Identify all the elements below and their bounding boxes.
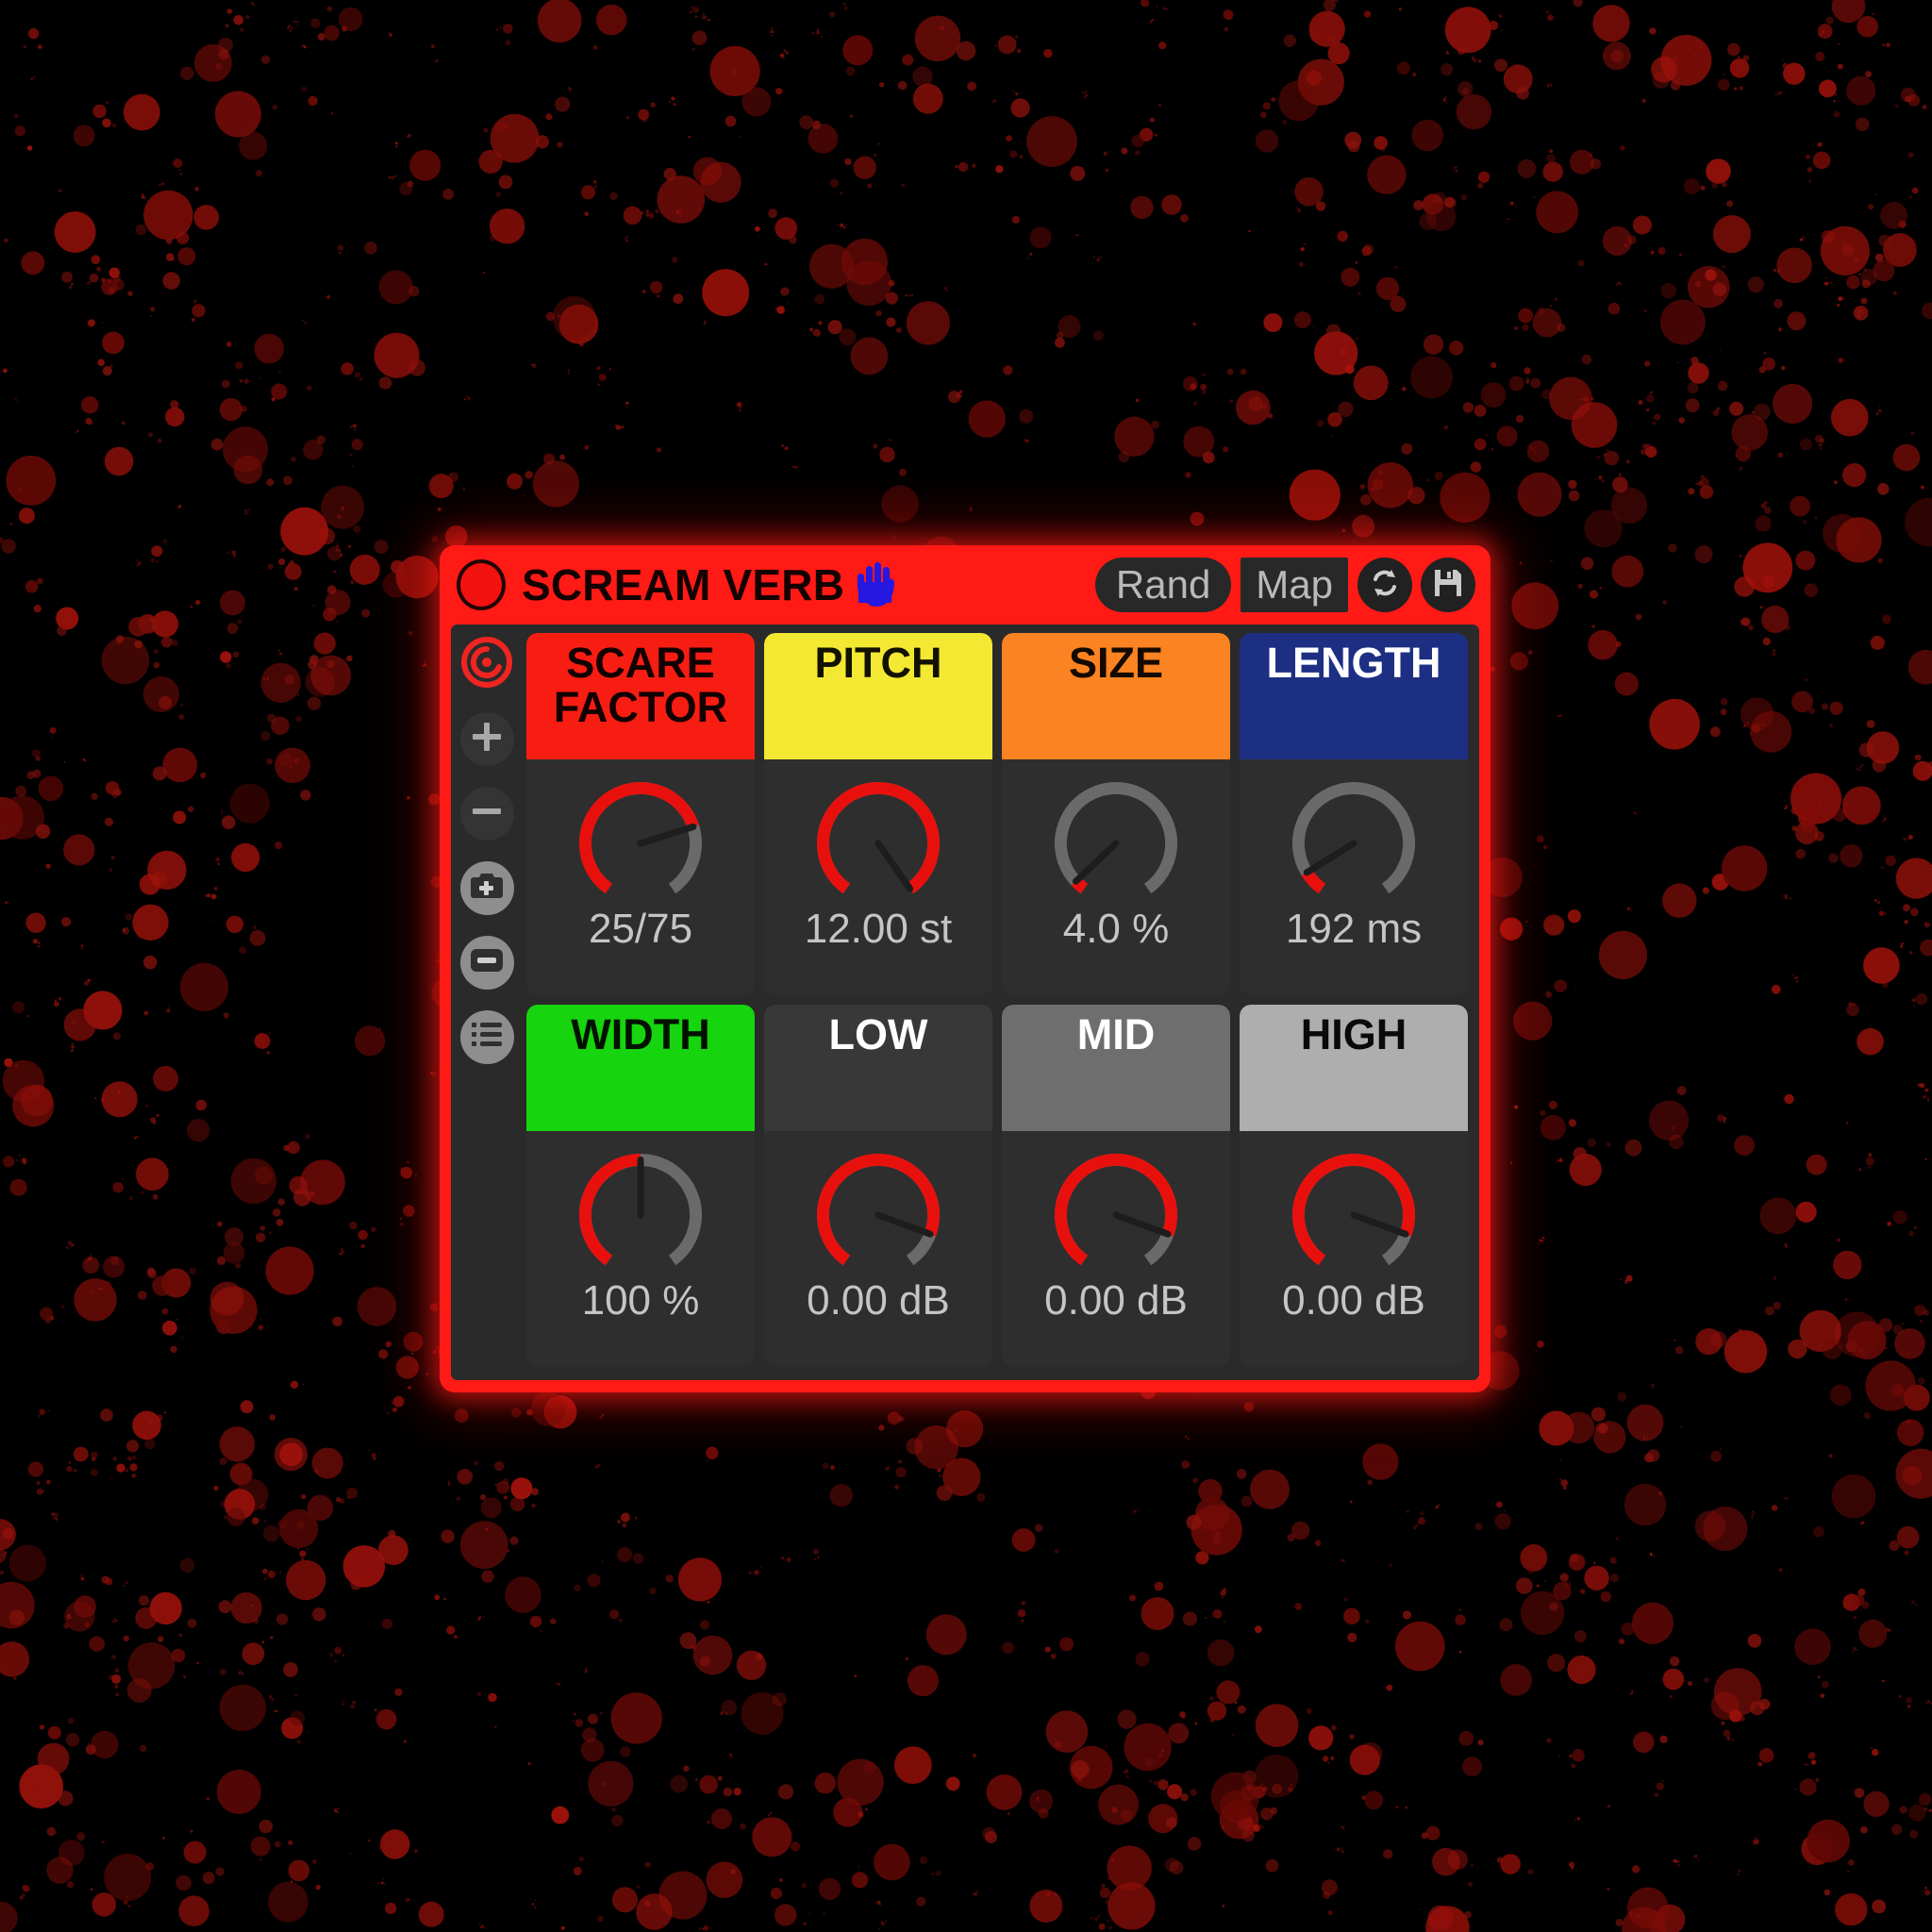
param-value-low[interactable]: 0.00 dB [807, 1280, 950, 1322]
param-knob-area-low: 0.00 dB [764, 1131, 992, 1367]
parameter-grid: SCARE FACTOR 25/75 PITCH 12.00 st SIZE 4.0 % L… [523, 625, 1479, 1380]
sidebar-item-delete-snapshot[interactable] [459, 936, 514, 990]
knob-size[interactable] [1045, 773, 1187, 914]
plugin-window: SCREAM VERB Rand Map SCARE FACTOR 25/75 … [440, 545, 1491, 1392]
map-button[interactable]: Map [1241, 558, 1348, 612]
param-cell-pitch: PITCH 12.00 st [764, 633, 992, 995]
param-header-high[interactable]: HIGH [1240, 1005, 1468, 1131]
param-cell-low: LOW 0.00 dB [764, 1005, 992, 1367]
param-knob-area-length: 192 ms [1240, 759, 1468, 995]
param-cell-width: WIDTH 100 % [526, 1005, 755, 1367]
param-value-size[interactable]: 4.0 % [1063, 908, 1170, 950]
knob-scare-factor[interactable] [570, 773, 711, 914]
param-header-mid[interactable]: MID [1002, 1005, 1230, 1131]
param-label-size: SIZE [1068, 639, 1164, 687]
param-knob-area-mid: 0.00 dB [1002, 1131, 1230, 1367]
param-label-scare-factor: SCARE FACTOR [553, 639, 728, 732]
param-cell-size: SIZE 4.0 % [1002, 633, 1230, 995]
knob-pitch[interactable] [808, 773, 949, 914]
raised-hand-icon [856, 561, 897, 608]
param-header-length[interactable]: LENGTH [1240, 633, 1468, 759]
param-knob-area-scare-factor: 25/75 [526, 759, 755, 995]
knob-length[interactable] [1283, 773, 1424, 914]
param-header-pitch[interactable]: PITCH [764, 633, 992, 759]
sidebar-item-remove-preset[interactable] [459, 787, 514, 841]
param-value-pitch[interactable]: 12.00 st [805, 908, 953, 950]
param-header-scare-factor[interactable]: SCARE FACTOR [526, 633, 755, 759]
plus-icon [471, 721, 503, 758]
minus-icon [471, 795, 503, 832]
param-knob-area-size: 4.0 % [1002, 759, 1230, 995]
sidebar-item-preset-list[interactable] [459, 1010, 514, 1064]
param-header-size[interactable]: SIZE [1002, 633, 1230, 759]
sidebar-item-knob-mode[interactable] [460, 636, 514, 693]
param-knob-area-high: 0.00 dB [1240, 1131, 1468, 1367]
param-value-width[interactable]: 100 % [582, 1280, 700, 1322]
knob-width[interactable] [570, 1144, 711, 1286]
knob-low[interactable] [808, 1144, 949, 1286]
param-value-scare-factor[interactable]: 25/75 [589, 908, 692, 950]
param-cell-length: LENGTH 192 ms [1240, 633, 1468, 995]
param-label-low: LOW [828, 1010, 928, 1058]
param-label-width: WIDTH [571, 1010, 710, 1058]
param-label-mid: MID [1076, 1010, 1156, 1058]
camera-plus-icon [470, 871, 504, 906]
param-value-mid[interactable]: 0.00 dB [1044, 1280, 1188, 1322]
sidebar-item-add-preset[interactable] [459, 712, 514, 766]
knob-high[interactable] [1283, 1144, 1424, 1286]
param-cell-scare-factor: SCARE FACTOR 25/75 [526, 633, 755, 995]
param-label-high: HIGH [1300, 1010, 1407, 1058]
param-label-length: LENGTH [1266, 639, 1441, 687]
param-label-pitch: PITCH [814, 639, 942, 687]
knob-dial-icon [460, 636, 513, 693]
sidebar-item-snapshot[interactable] [459, 861, 514, 915]
save-icon [1433, 568, 1463, 603]
param-header-width[interactable]: WIDTH [526, 1005, 755, 1131]
save-button[interactable] [1421, 558, 1475, 612]
param-value-length[interactable]: 192 ms [1286, 908, 1422, 950]
param-header-low[interactable]: LOW [764, 1005, 992, 1131]
param-value-high[interactable]: 0.00 dB [1282, 1280, 1425, 1322]
knob-mid[interactable] [1045, 1144, 1187, 1286]
param-cell-mid: MID 0.00 dB [1002, 1005, 1230, 1367]
title-bar: SCREAM VERB Rand Map [440, 545, 1491, 625]
sync-button[interactable] [1357, 558, 1412, 612]
plugin-body: SCARE FACTOR 25/75 PITCH 12.00 st SIZE 4.0 % L… [451, 625, 1479, 1380]
rand-button[interactable]: Rand [1094, 558, 1232, 612]
sidebar [451, 625, 523, 1380]
param-cell-high: HIGH 0.00 dB [1240, 1005, 1468, 1367]
sync-icon [1366, 564, 1404, 607]
param-knob-area-pitch: 12.00 st [764, 759, 992, 995]
minus-rounded-rect-icon [470, 948, 504, 977]
param-knob-area-width: 100 % [526, 1131, 755, 1367]
page-title: SCREAM VERB [522, 560, 845, 609]
power-circle-icon[interactable] [457, 559, 506, 610]
list-icon [472, 1022, 502, 1053]
